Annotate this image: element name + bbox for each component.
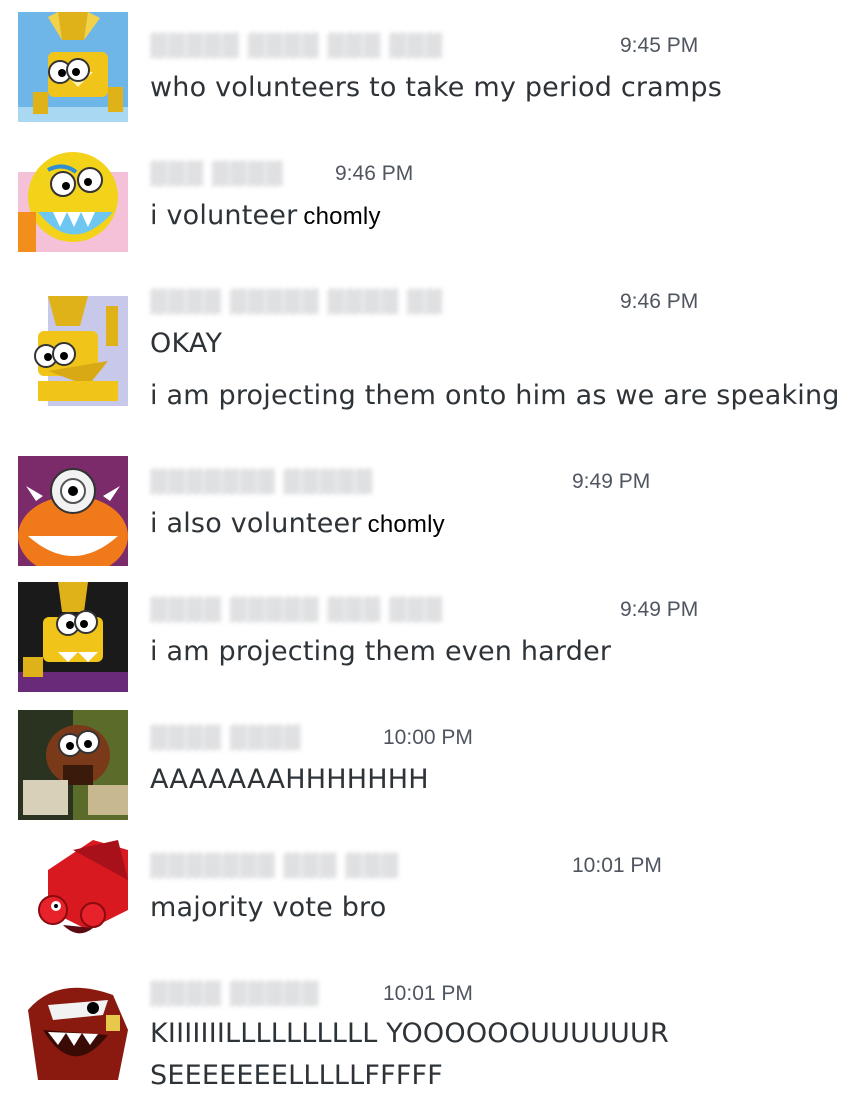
avatar[interactable] xyxy=(18,142,128,252)
redacted-username[interactable]: ▓▓▓▓ ▓▓▓▓▓ xyxy=(150,982,319,1008)
timestamp: 10:00 PM xyxy=(383,726,473,749)
message-text: SEEEEEEELLLLLFFFFF xyxy=(150,1060,444,1091)
avatar[interactable] xyxy=(18,456,128,566)
message-body: i volunteer xyxy=(150,200,298,231)
timestamp: 9:46 PM xyxy=(620,290,699,313)
avatar[interactable] xyxy=(18,710,128,820)
inline-tag: chomly xyxy=(367,511,445,538)
avatar[interactable] xyxy=(18,840,128,950)
timestamp: 9:49 PM xyxy=(620,598,699,621)
avatar[interactable] xyxy=(18,970,128,1080)
redacted-username[interactable]: ▓▓▓▓ ▓▓▓▓ xyxy=(150,726,301,752)
timestamp: 10:01 PM xyxy=(383,982,473,1005)
avatar[interactable] xyxy=(18,12,128,122)
message-text: AAAAAAAHHHHHHH xyxy=(150,764,429,795)
timestamp: 9:46 PM xyxy=(335,162,414,185)
inline-tag: chomly xyxy=(303,203,381,230)
redacted-username[interactable]: ▓▓▓▓▓ ▓▓▓▓ ▓▓▓ ▓▓▓ xyxy=(150,34,443,60)
redacted-username[interactable]: ▓▓▓▓ ▓▓▓▓▓ ▓▓▓▓ ▓▓ xyxy=(150,290,443,316)
message-text: who volunteers to take my period cramps xyxy=(150,72,723,103)
message-text: i am projecting them even harder xyxy=(150,636,612,667)
redacted-username[interactable]: ▓▓▓▓▓▓▓ ▓▓▓ ▓▓▓ xyxy=(150,854,399,880)
redacted-username[interactable]: ▓▓▓ ▓▓▓▓ xyxy=(150,162,283,188)
timestamp: 10:01 PM xyxy=(572,854,662,877)
timestamp: 9:45 PM xyxy=(620,34,699,57)
redacted-username[interactable]: ▓▓▓▓▓▓▓ ▓▓▓▓▓ xyxy=(150,470,373,496)
message-text: i am projecting them onto him as we are … xyxy=(150,380,840,411)
message-text: i also volunteer chomly xyxy=(150,508,445,539)
message-body: i also volunteer xyxy=(150,508,362,539)
message-text: KIIIIIIILLLLLLLLLL YOOOOOOUUUUUUR xyxy=(150,1018,669,1049)
message-text: majority vote bro xyxy=(150,892,387,923)
timestamp: 9:49 PM xyxy=(572,470,651,493)
message-text: OKAY xyxy=(150,328,223,359)
avatar[interactable] xyxy=(18,296,128,406)
avatar[interactable] xyxy=(18,582,128,692)
message-text: i volunteer chomly xyxy=(150,200,381,231)
redacted-username[interactable]: ▓▓▓▓ ▓▓▓▓▓ ▓▓▓ ▓▓▓ xyxy=(150,598,443,624)
